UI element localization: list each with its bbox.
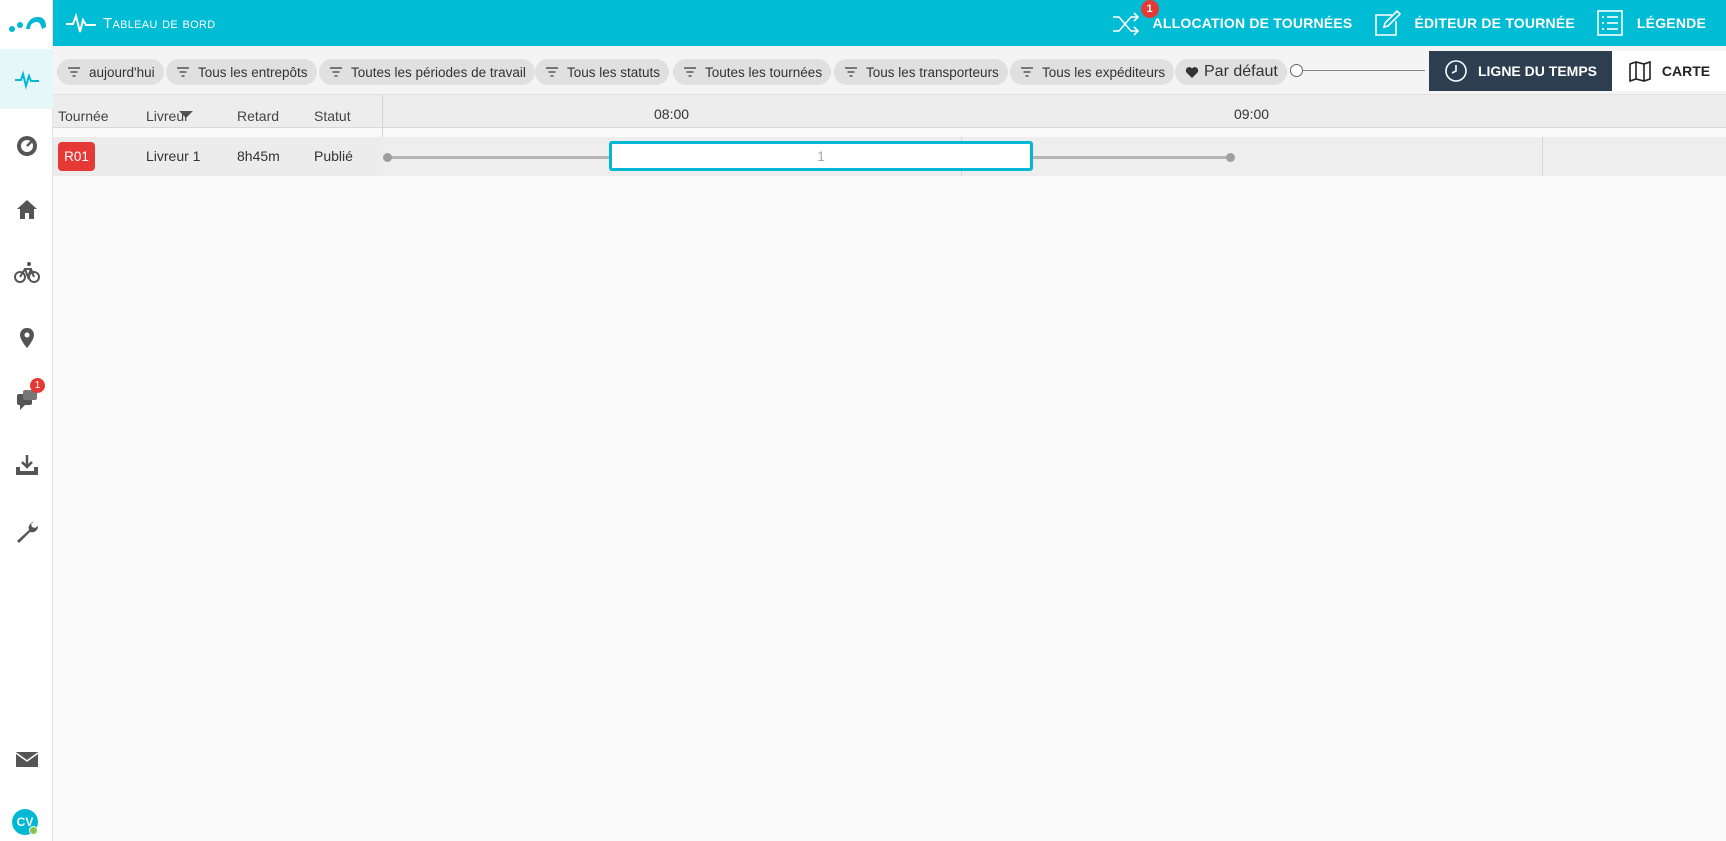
filter-icon — [177, 67, 189, 77]
legend-label: LÉGENDE — [1636, 15, 1706, 31]
sidebar-item-depots[interactable] — [0, 179, 53, 239]
sidebar: 1 CV — [0, 0, 53, 841]
zoom-slider-track[interactable] — [1297, 70, 1425, 71]
filter-chip-routes[interactable]: Toutes les tournées — [673, 59, 832, 85]
route-allocation-label: ALLOCATION DE TOURNÉES — [1152, 15, 1353, 31]
route-editor-label: ÉDITEUR DE TOURNÉE — [1414, 15, 1575, 31]
clock-icon — [1445, 60, 1467, 82]
sidebar-item-speed[interactable] — [0, 115, 53, 175]
map-view-button[interactable]: CARTE — [1612, 51, 1726, 91]
pin-icon — [19, 328, 34, 348]
page-title: Tableau de bord — [65, 0, 215, 46]
map-view-label: CARTE — [1661, 63, 1711, 79]
sidebar-item-import[interactable] — [0, 435, 53, 495]
filter-icon — [1021, 67, 1033, 77]
column-header-driver[interactable]: Livreur — [146, 108, 189, 124]
allocation-badge: 1 — [1140, 0, 1159, 18]
filter-chip-work-periods[interactable]: Toutes les périodes de travail — [319, 59, 535, 85]
filter-chip-label: Toutes les tournées — [705, 64, 823, 80]
logo-icon — [8, 17, 46, 32]
online-status-dot — [29, 826, 38, 835]
filter-chip-label: aujourd'hui — [89, 64, 155, 80]
delay-cell: 8h45m — [237, 148, 280, 164]
filter-chip-label: Tous les entrepôts — [198, 64, 308, 80]
sidebar-item-mail[interactable] — [0, 729, 53, 789]
column-header-delay[interactable]: Retard — [237, 108, 279, 124]
sidebar-item-settings[interactable] — [0, 502, 53, 562]
download-tray-icon — [15, 455, 38, 475]
home-icon — [16, 200, 37, 219]
heart-icon — [1185, 66, 1199, 78]
filter-chip-label: Tous les expéditeurs — [1042, 64, 1166, 80]
edit-icon — [1375, 9, 1402, 36]
route-badge[interactable]: R01 — [58, 142, 95, 171]
time-label-0800: 08:00 — [654, 106, 690, 122]
sidebar-item-riders[interactable] — [0, 243, 53, 303]
timeline-gridline — [1542, 137, 1543, 176]
route-end-point[interactable] — [1226, 153, 1235, 162]
filter-chip-label: Toutes les périodes de travail — [351, 64, 526, 80]
pulse-icon — [66, 12, 96, 33]
bicycle-icon — [13, 262, 40, 283]
sidebar-item-dashboard[interactable] — [0, 49, 53, 109]
legend-button[interactable]: LÉGENDE — [1595, 0, 1726, 46]
timeline-view-label: LIGNE DU TEMPS — [1477, 63, 1597, 79]
filter-icon — [845, 67, 857, 77]
sidebar-item-locations[interactable] — [0, 308, 53, 368]
gauge-icon — [16, 136, 37, 156]
driver-cell: Livreur 1 — [146, 148, 201, 164]
mail-icon — [15, 752, 38, 767]
map-icon — [1629, 60, 1651, 83]
status-cell: Publié — [314, 148, 353, 164]
filter-chip-warehouses[interactable]: Tous les entrepôts — [166, 59, 317, 85]
app-logo[interactable] — [0, 0, 53, 46]
pulse-icon — [14, 70, 39, 90]
filter-chip-label: Tous les transporteurs — [866, 64, 999, 80]
filter-icon — [330, 67, 342, 77]
filter-chip-label: Tous les statuts — [567, 64, 661, 80]
filter-icon — [684, 67, 696, 77]
shuffle-icon — [1112, 12, 1139, 36]
wrench-icon — [16, 522, 38, 543]
filter-chip-date[interactable]: aujourd'hui — [57, 59, 164, 85]
time-label-0900: 09:00 — [1234, 106, 1270, 122]
route-allocation-button[interactable]: 1 ALLOCATION DE TOURNÉES — [1111, 0, 1373, 46]
route-segment — [1029, 156, 1231, 159]
filter-chip-carriers[interactable]: Tous les transporteurs — [834, 59, 1008, 85]
filter-icon — [546, 67, 558, 77]
page-title-text: Tableau de bord — [103, 14, 216, 32]
column-header-route[interactable]: Tournée — [58, 108, 109, 124]
filter-chip-shippers[interactable]: Tous les expéditeurs — [1010, 59, 1175, 85]
top-bar: Tableau de bord 1 ALLOCATION DE TOURNÉES… — [53, 0, 1726, 46]
route-editor-button[interactable]: ÉDITEUR DE TOURNÉE — [1372, 0, 1594, 46]
route-segment — [387, 156, 613, 159]
list-icon — [1597, 10, 1623, 36]
sidebar-item-messages[interactable]: 1 — [0, 370, 53, 430]
route-stop-block[interactable]: 1 — [609, 141, 1033, 171]
route-start-point[interactable] — [383, 153, 392, 162]
filter-chip-statuses[interactable]: Tous les statuts — [535, 59, 670, 85]
favorite-filter-label: Par défaut — [1204, 63, 1278, 80]
filter-icon — [68, 67, 80, 77]
column-header-status[interactable]: Statut — [314, 108, 351, 124]
favorite-filter-chip[interactable]: Par défaut — [1175, 59, 1287, 85]
table-row[interactable]: R01 Livreur 1 8h45m Publié 1 — [53, 137, 1726, 176]
timeline-view-button[interactable]: LIGNE DU TEMPS — [1429, 51, 1612, 91]
messages-badge: 1 — [30, 378, 45, 393]
zoom-slider-handle[interactable] — [1290, 64, 1303, 77]
table-header: Tournée Livreur Retard Statut 08:00 09:0… — [53, 95, 1726, 128]
